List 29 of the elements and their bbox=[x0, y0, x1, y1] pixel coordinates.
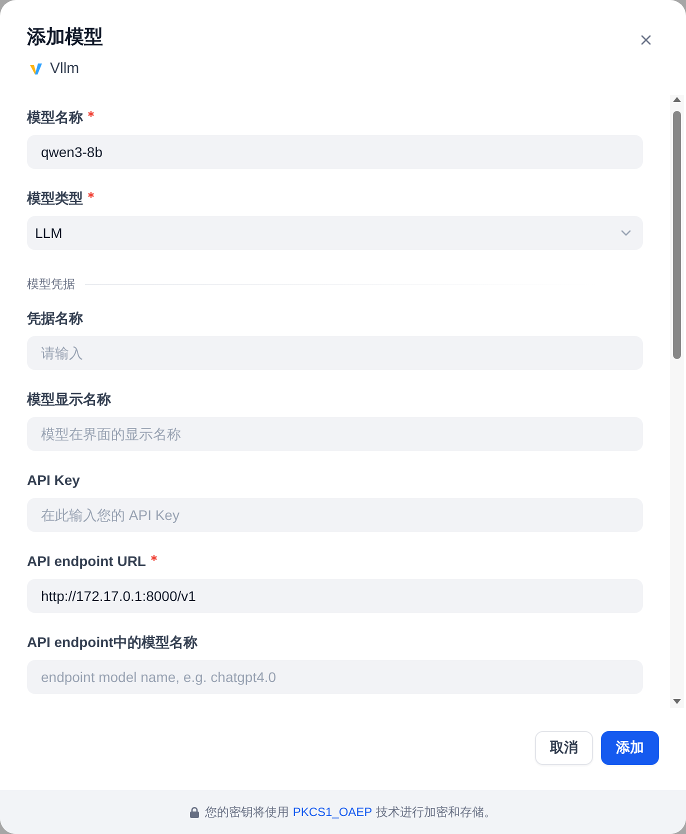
encryption-method-link[interactable]: PKCS1_OAEP bbox=[292, 804, 372, 818]
input-field[interactable]: qwen3-8b bbox=[27, 135, 643, 169]
submit-button[interactable]: 添加 bbox=[601, 731, 659, 765]
scrollbar-thumb[interactable] bbox=[673, 111, 681, 359]
field-label: API endpoint URL bbox=[27, 552, 146, 571]
lock-icon bbox=[190, 806, 199, 818]
dialog-title: 添加模型 bbox=[27, 26, 103, 50]
select-field[interactable]: LLM bbox=[27, 216, 643, 250]
provider-name: Vllm bbox=[50, 59, 80, 79]
field-label: 模型显示名称 bbox=[27, 390, 111, 409]
close-icon bbox=[641, 35, 651, 45]
provider-logo-icon bbox=[30, 63, 42, 75]
field-label: 凭据名称 bbox=[27, 309, 83, 328]
input-field[interactable]: http://172.17.0.1:8000/v1 bbox=[27, 579, 643, 613]
field-label: API endpoint中的模型名称 bbox=[27, 633, 198, 652]
field-label: API Key bbox=[27, 471, 80, 490]
encryption-notice: 您的密钥将使用 PKCS1_OAEP 技术进行加密和存储。 bbox=[204, 804, 496, 820]
field-label: 模型名称 bbox=[27, 108, 83, 127]
scroll-up-arrow-icon[interactable] bbox=[673, 97, 681, 102]
input-field[interactable]: 在此输入您的 API Key bbox=[27, 498, 643, 532]
scrollbar[interactable] bbox=[670, 95, 684, 708]
section-title: 模型凭据 bbox=[27, 276, 75, 292]
cancel-button[interactable]: 取消 bbox=[535, 731, 593, 765]
scroll-down-arrow-icon[interactable] bbox=[673, 699, 681, 704]
input-field[interactable]: 模型在界面的显示名称 bbox=[27, 417, 643, 451]
input-field[interactable]: endpoint model name, e.g. chatgpt4.0 bbox=[27, 660, 643, 694]
chevron-down-icon bbox=[621, 230, 631, 236]
field-label: 模型类型 bbox=[27, 189, 83, 208]
input-field[interactable]: 请输入 bbox=[27, 336, 643, 370]
